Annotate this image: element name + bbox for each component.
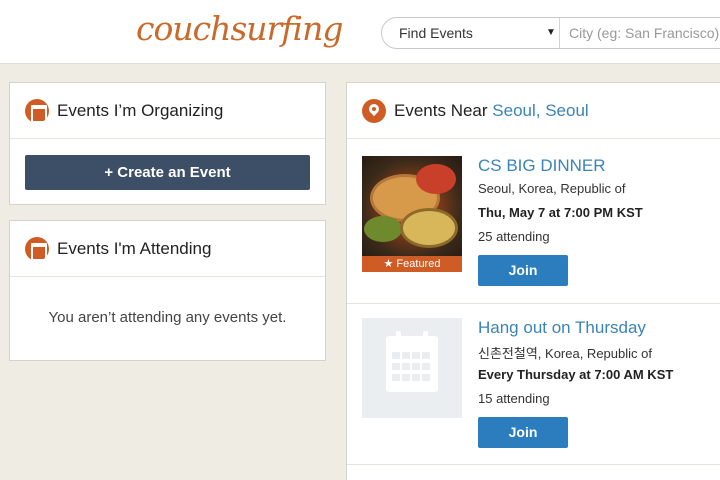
join-button[interactable]: Join	[478, 255, 568, 286]
calendar-cell	[402, 374, 410, 381]
calendar-cell	[412, 352, 420, 359]
calendar-ring	[396, 331, 401, 342]
location-pin-icon	[362, 99, 386, 123]
event-time: Thu, May 7 at 7:00 PM KST	[478, 205, 643, 220]
join-button[interactable]: Join	[478, 417, 568, 448]
event-image-dinner[interactable]: ★ Featured	[362, 156, 462, 272]
calendar-cell	[422, 352, 430, 359]
attending-header: Events I'm Attending	[10, 221, 325, 277]
calendar-cell	[402, 363, 410, 370]
event-location: 신촌전철역, Korea, Republic of	[478, 346, 652, 361]
calendar-cell	[392, 363, 400, 370]
attending-panel: Events I'm Attending You aren’t attendin…	[9, 220, 326, 361]
calendar-cell	[392, 352, 400, 359]
attendee-count: 15 attending	[478, 391, 550, 406]
attendee-count: 25 attending	[478, 229, 550, 244]
event-image-placeholder[interactable]	[362, 318, 462, 418]
calendar-icon	[25, 237, 49, 261]
calendar-placeholder-icon	[386, 331, 438, 392]
event-divider	[347, 464, 720, 465]
no-events-message: You aren’t attending any events yet.	[48, 309, 287, 326]
organizing-panel: Events I’m Organizing + Create an Event	[9, 82, 326, 205]
calendar-cell	[422, 374, 430, 381]
food-plate	[416, 164, 456, 194]
nearby-location-link[interactable]: Seoul, Seoul	[492, 101, 588, 120]
event-time: Every Thursday at 7:00 AM KST	[478, 367, 674, 382]
event-location: Seoul, Korea, Republic of	[478, 181, 626, 196]
calendar-cell	[412, 374, 420, 381]
event-title-link[interactable]: CS BIG DINNER	[478, 156, 606, 176]
event-title-link[interactable]: Hang out on Thursday	[478, 318, 646, 338]
calendar-ring	[423, 331, 428, 342]
calendar-cell	[412, 363, 420, 370]
organizing-title: Events I’m Organizing	[57, 101, 224, 120]
attending-title: Events I'm Attending	[57, 239, 212, 258]
nearby-title-prefix: Events Near	[394, 101, 488, 120]
dropdown-caret-icon[interactable]: ▼	[546, 18, 556, 48]
calendar-cell	[392, 374, 400, 381]
event-item: Hang out on Thursday 신촌전철역, Korea, Repub…	[347, 318, 720, 453]
top-header: couchsurfing Find Events ▼ City (eg: San…	[0, 0, 720, 64]
nearby-title: Events Near Seoul, Seoul	[394, 83, 589, 139]
search-type-select[interactable]: Find Events	[382, 18, 560, 48]
calendar-cell	[402, 352, 410, 359]
food-plate	[364, 216, 402, 242]
calendar-icon	[25, 99, 49, 123]
organizing-header: Events I’m Organizing	[10, 83, 325, 139]
event-search-bar: Find Events ▼ City (eg: San Francisco)	[381, 17, 720, 49]
food-plate	[400, 208, 458, 248]
featured-badge: ★ Featured	[362, 256, 462, 272]
nearby-events-panel: Events Near Seoul, Seoul ★ Featured CS B…	[346, 82, 720, 480]
city-search-input[interactable]: City (eg: San Francisco)	[569, 18, 719, 48]
nearby-header: Events Near Seoul, Seoul	[347, 83, 720, 139]
create-event-button[interactable]: + Create an Event	[25, 155, 310, 190]
event-item: ★ Featured CS BIG DINNER Seoul, Korea, R…	[347, 156, 720, 291]
event-divider	[347, 303, 720, 304]
couchsurfing-logo[interactable]: couchsurfing	[136, 9, 343, 48]
calendar-cell	[422, 363, 430, 370]
